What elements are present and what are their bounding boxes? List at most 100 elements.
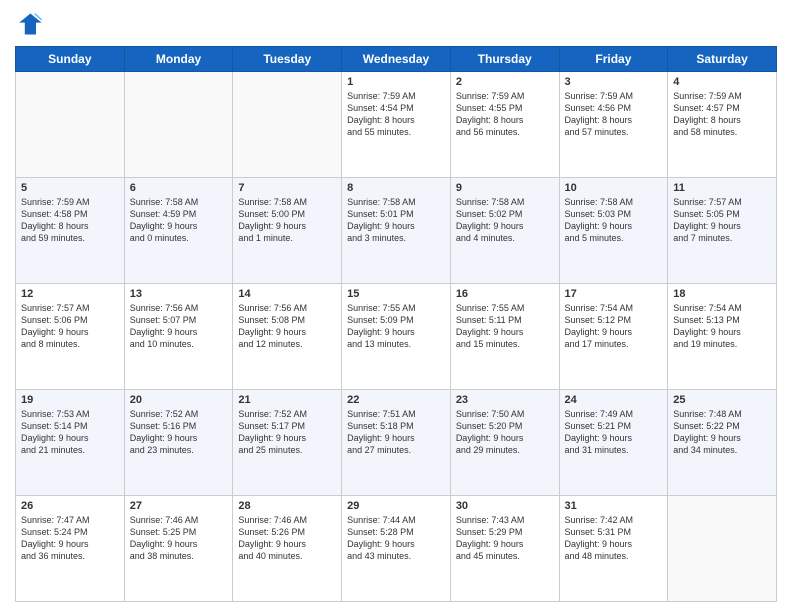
weekday-header-row: SundayMondayTuesdayWednesdayThursdayFrid…	[16, 47, 777, 72]
day-number: 11	[673, 182, 771, 194]
day-cell: 23 Sunrise: 7:50 AM Sunset: 5:20 PM Dayli…	[450, 390, 559, 496]
day-info: Sunrise: 7:47 AM Sunset: 5:24 PM Dayligh…	[21, 514, 119, 563]
day-number: 29	[347, 500, 445, 512]
day-cell: 18 Sunrise: 7:54 AM Sunset: 5:13 PM Dayli…	[668, 284, 777, 390]
day-number: 15	[347, 288, 445, 300]
day-number: 23	[456, 394, 554, 406]
day-info: Sunrise: 7:59 AM Sunset: 4:56 PM Dayligh…	[565, 90, 663, 139]
day-info: Sunrise: 7:51 AM Sunset: 5:18 PM Dayligh…	[347, 408, 445, 457]
day-cell: 1 Sunrise: 7:59 AM Sunset: 4:54 PM Daylig…	[342, 72, 451, 178]
day-number: 1	[347, 76, 445, 88]
day-cell: 7 Sunrise: 7:58 AM Sunset: 5:00 PM Daylig…	[233, 178, 342, 284]
day-info: Sunrise: 7:59 AM Sunset: 4:54 PM Dayligh…	[347, 90, 445, 139]
day-number: 27	[130, 500, 228, 512]
day-cell: 24 Sunrise: 7:49 AM Sunset: 5:21 PM Dayli…	[559, 390, 668, 496]
day-info: Sunrise: 7:55 AM Sunset: 5:11 PM Dayligh…	[456, 302, 554, 351]
day-number: 26	[21, 500, 119, 512]
day-info: Sunrise: 7:53 AM Sunset: 5:14 PM Dayligh…	[21, 408, 119, 457]
day-number: 22	[347, 394, 445, 406]
day-cell: 4 Sunrise: 7:59 AM Sunset: 4:57 PM Daylig…	[668, 72, 777, 178]
day-info: Sunrise: 7:55 AM Sunset: 5:09 PM Dayligh…	[347, 302, 445, 351]
day-number: 28	[238, 500, 336, 512]
day-cell: 11 Sunrise: 7:57 AM Sunset: 5:05 PM Dayli…	[668, 178, 777, 284]
day-number: 12	[21, 288, 119, 300]
day-info: Sunrise: 7:42 AM Sunset: 5:31 PM Dayligh…	[565, 514, 663, 563]
day-cell: 29 Sunrise: 7:44 AM Sunset: 5:28 PM Dayli…	[342, 496, 451, 602]
day-cell: 8Sunrise: 7:58 AM Sunset: 5:01 PM Daylig…	[342, 178, 451, 284]
week-row-1: 1 Sunrise: 7:59 AM Sunset: 4:54 PM Daylig…	[16, 72, 777, 178]
day-info: Sunrise: 7:59 AM Sunset: 4:58 PM Dayligh…	[21, 196, 119, 245]
day-cell	[668, 496, 777, 602]
day-info: Sunrise: 7:59 AM Sunset: 4:55 PM Dayligh…	[456, 90, 554, 139]
day-cell: 12Sunrise: 7:57 AM Sunset: 5:06 PM Dayli…	[16, 284, 125, 390]
day-number: 20	[130, 394, 228, 406]
day-number: 2	[456, 76, 554, 88]
day-cell: 6 Sunrise: 7:58 AM Sunset: 4:59 PM Daylig…	[124, 178, 233, 284]
day-number: 3	[565, 76, 663, 88]
day-number: 16	[456, 288, 554, 300]
day-number: 13	[130, 288, 228, 300]
day-cell: 30 Sunrise: 7:43 AM Sunset: 5:29 PM Dayli…	[450, 496, 559, 602]
day-number: 18	[673, 288, 771, 300]
day-info: Sunrise: 7:48 AM Sunset: 5:22 PM Dayligh…	[673, 408, 771, 457]
header	[15, 10, 777, 38]
day-info: Sunrise: 7:58 AM Sunset: 5:02 PM Dayligh…	[456, 196, 554, 245]
day-number: 30	[456, 500, 554, 512]
day-cell: 22 Sunrise: 7:51 AM Sunset: 5:18 PM Dayli…	[342, 390, 451, 496]
page: SundayMondayTuesdayWednesdayThursdayFrid…	[0, 0, 792, 612]
week-row-3: 12Sunrise: 7:57 AM Sunset: 5:06 PM Dayli…	[16, 284, 777, 390]
day-info: Sunrise: 7:44 AM Sunset: 5:28 PM Dayligh…	[347, 514, 445, 563]
day-cell: 14 Sunrise: 7:56 AM Sunset: 5:08 PM Dayli…	[233, 284, 342, 390]
logo-icon	[15, 10, 43, 38]
week-row-5: 26 Sunrise: 7:47 AM Sunset: 5:24 PM Dayli…	[16, 496, 777, 602]
day-number: 14	[238, 288, 336, 300]
day-cell	[124, 72, 233, 178]
day-info: Sunrise: 7:56 AM Sunset: 5:07 PM Dayligh…	[130, 302, 228, 351]
day-info: Sunrise: 7:58 AM Sunset: 5:00 PM Dayligh…	[238, 196, 336, 245]
day-cell: 27Sunrise: 7:46 AM Sunset: 5:25 PM Dayli…	[124, 496, 233, 602]
day-number: 6	[130, 182, 228, 194]
day-number: 17	[565, 288, 663, 300]
day-cell: 21Sunrise: 7:52 AM Sunset: 5:17 PM Dayli…	[233, 390, 342, 496]
day-info: Sunrise: 7:59 AM Sunset: 4:57 PM Dayligh…	[673, 90, 771, 139]
day-cell: 25Sunrise: 7:48 AM Sunset: 5:22 PM Dayli…	[668, 390, 777, 496]
day-info: Sunrise: 7:58 AM Sunset: 4:59 PM Dayligh…	[130, 196, 228, 245]
weekday-header-tuesday: Tuesday	[233, 47, 342, 72]
day-cell: 5Sunrise: 7:59 AM Sunset: 4:58 PM Daylig…	[16, 178, 125, 284]
day-cell: 31Sunrise: 7:42 AM Sunset: 5:31 PM Dayli…	[559, 496, 668, 602]
day-cell: 10 Sunrise: 7:58 AM Sunset: 5:03 PM Dayli…	[559, 178, 668, 284]
day-cell	[16, 72, 125, 178]
day-cell: 9 Sunrise: 7:58 AM Sunset: 5:02 PM Daylig…	[450, 178, 559, 284]
day-number: 10	[565, 182, 663, 194]
weekday-header-wednesday: Wednesday	[342, 47, 451, 72]
day-cell: 3 Sunrise: 7:59 AM Sunset: 4:56 PM Daylig…	[559, 72, 668, 178]
day-cell: 15 Sunrise: 7:55 AM Sunset: 5:09 PM Dayli…	[342, 284, 451, 390]
day-info: Sunrise: 7:46 AM Sunset: 5:26 PM Dayligh…	[238, 514, 336, 563]
day-info: Sunrise: 7:56 AM Sunset: 5:08 PM Dayligh…	[238, 302, 336, 351]
day-info: Sunrise: 7:43 AM Sunset: 5:29 PM Dayligh…	[456, 514, 554, 563]
week-row-2: 5Sunrise: 7:59 AM Sunset: 4:58 PM Daylig…	[16, 178, 777, 284]
day-cell: 20Sunrise: 7:52 AM Sunset: 5:16 PM Dayli…	[124, 390, 233, 496]
day-cell: 13 Sunrise: 7:56 AM Sunset: 5:07 PM Dayli…	[124, 284, 233, 390]
day-cell: 2 Sunrise: 7:59 AM Sunset: 4:55 PM Daylig…	[450, 72, 559, 178]
day-cell	[233, 72, 342, 178]
day-number: 4	[673, 76, 771, 88]
day-info: Sunrise: 7:54 AM Sunset: 5:12 PM Dayligh…	[565, 302, 663, 351]
day-info: Sunrise: 7:57 AM Sunset: 5:05 PM Dayligh…	[673, 196, 771, 245]
day-info: Sunrise: 7:58 AM Sunset: 5:03 PM Dayligh…	[565, 196, 663, 245]
day-number: 9	[456, 182, 554, 194]
day-info: Sunrise: 7:58 AM Sunset: 5:01 PM Dayligh…	[347, 196, 445, 245]
day-number: 7	[238, 182, 336, 194]
weekday-header-saturday: Saturday	[668, 47, 777, 72]
day-number: 21	[238, 394, 336, 406]
day-cell: 26 Sunrise: 7:47 AM Sunset: 5:24 PM Dayli…	[16, 496, 125, 602]
weekday-header-sunday: Sunday	[16, 47, 125, 72]
day-info: Sunrise: 7:50 AM Sunset: 5:20 PM Dayligh…	[456, 408, 554, 457]
day-number: 24	[565, 394, 663, 406]
day-cell: 19 Sunrise: 7:53 AM Sunset: 5:14 PM Dayli…	[16, 390, 125, 496]
day-info: Sunrise: 7:54 AM Sunset: 5:13 PM Dayligh…	[673, 302, 771, 351]
day-cell: 28 Sunrise: 7:46 AM Sunset: 5:26 PM Dayli…	[233, 496, 342, 602]
day-info: Sunrise: 7:49 AM Sunset: 5:21 PM Dayligh…	[565, 408, 663, 457]
day-number: 19	[21, 394, 119, 406]
logo	[15, 10, 47, 38]
